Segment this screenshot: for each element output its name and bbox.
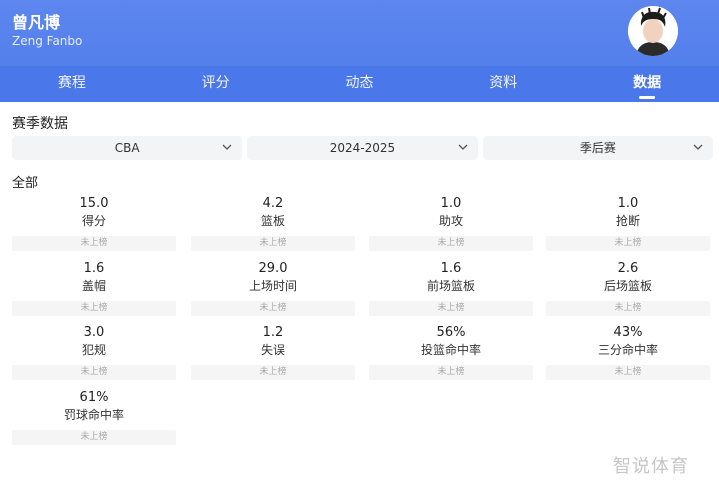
chevron-down-icon [222,144,232,150]
stat-label: 投篮命中率 [420,343,481,357]
avatar-portrait-icon [628,6,678,56]
stat-value: 61% [79,390,109,405]
stat-label: 三分命中率 [597,343,658,357]
stat-item: 29.0 上场时间 未上榜 [191,261,355,319]
stat-value: 29.0 [258,261,288,276]
tab-profile[interactable]: 资料 [431,66,575,102]
player-name-en: Zeng Fanbo [12,34,83,48]
stat-rank: 未上榜 [12,236,176,251]
stat-value: 1.0 [440,196,462,211]
stat-item: 1.0 抢断 未上榜 [546,196,710,254]
tab-rating[interactable]: 评分 [144,66,288,102]
stat-label: 上场时间 [248,279,297,293]
stat-item: 15.0 得分 未上榜 [12,196,176,254]
stat-value: 2.6 [617,261,639,276]
stat-label: 得分 [81,214,106,228]
stat-value: 1.6 [83,261,105,276]
stat-label: 助攻 [438,214,463,228]
stat-item: 1.2 失误 未上榜 [191,325,355,383]
league-select-label: CBA [114,141,140,155]
stat-rank: 未上榜 [12,430,176,445]
stat-label: 盖帽 [81,279,106,293]
player-header: 曾凡博 Zeng Fanbo 赛程 评分 动态 资料 数据 [0,0,719,102]
season-select-label: 2024-2025 [329,141,396,155]
stat-item: 3.0 犯规 未上榜 [12,325,176,383]
stat-value: 56% [436,325,466,340]
stat-rank: 未上榜 [191,365,355,380]
stat-value: 1.0 [617,196,639,211]
group-title: 全部 [12,176,39,191]
stat-rank: 未上榜 [369,365,533,380]
chevron-down-icon [693,144,703,150]
stat-label: 犯规 [81,343,106,357]
section-title: 赛季数据 [12,116,68,132]
stat-value: 1.6 [440,261,462,276]
stat-rank: 未上榜 [12,365,176,380]
stat-item: 1.0 助攻 未上榜 [369,196,533,254]
stat-rank: 未上榜 [546,236,710,251]
tab-bar: 赛程 评分 动态 资料 数据 [0,66,719,102]
watermark: 智说体育 [613,456,689,477]
stat-item: 1.6 盖帽 未上榜 [12,261,176,319]
stat-label: 前场篮板 [426,279,475,293]
filter-bar: CBA 2024-2025 季后赛 [12,136,713,160]
tab-data[interactable]: 数据 [575,66,719,102]
stat-item: 2.6 后场篮板 未上榜 [546,261,710,319]
stat-label: 失误 [260,343,285,357]
stat-rank: 未上榜 [191,236,355,251]
stat-rank: 未上榜 [12,301,176,316]
stat-value: 43% [613,325,643,340]
player-name: 曾凡博 [12,13,61,32]
stat-item: 61% 罚球命中率 未上榜 [12,390,176,448]
stat-value: 3.0 [83,325,105,340]
stat-rank: 未上榜 [191,301,355,316]
stat-label: 罚球命中率 [63,408,124,422]
stat-rank: 未上榜 [546,365,710,380]
stat-item: 4.2 篮板 未上榜 [191,196,355,254]
stat-rank: 未上榜 [546,301,710,316]
stage-select[interactable]: 季后赛 [482,136,713,160]
chevron-down-icon [458,144,468,150]
tab-schedule[interactable]: 赛程 [0,66,144,102]
stat-item: 1.6 前场篮板 未上榜 [369,261,533,319]
stat-rank: 未上榜 [369,236,533,251]
stat-item: 56% 投篮命中率 未上榜 [369,325,533,383]
season-select[interactable]: 2024-2025 [247,136,478,160]
stat-item: 43% 三分命中率 未上榜 [546,325,710,383]
stat-label: 抢断 [615,214,640,228]
stat-rank: 未上榜 [369,301,533,316]
stat-label: 后场篮板 [603,279,652,293]
stat-value: 1.2 [262,325,284,340]
tab-news[interactable]: 动态 [288,66,432,102]
stage-select-label: 季后赛 [579,141,616,155]
stat-label: 篮板 [260,214,285,228]
league-select[interactable]: CBA [12,136,243,160]
stat-value: 15.0 [79,196,109,211]
stat-value: 4.2 [262,196,284,211]
player-avatar[interactable] [628,6,678,56]
